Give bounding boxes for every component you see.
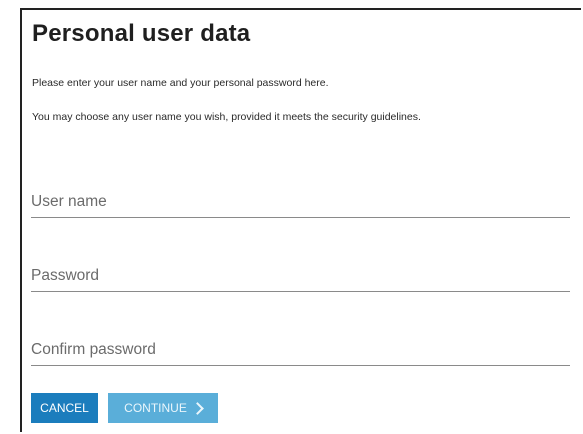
chevron-right-icon bbox=[190, 402, 204, 415]
user-name-field-container bbox=[31, 187, 570, 218]
page-title: Personal user data bbox=[32, 20, 251, 47]
password-input[interactable] bbox=[31, 261, 570, 291]
guideline-text: You may choose any user name you wish, p… bbox=[32, 111, 421, 123]
continue-button[interactable]: CONTINUE bbox=[108, 393, 218, 423]
personal-user-data-dialog: Personal user data Please enter your use… bbox=[20, 8, 581, 432]
user-name-input[interactable] bbox=[31, 187, 570, 217]
continue-button-label: CONTINUE bbox=[124, 401, 187, 415]
password-field-container bbox=[31, 261, 570, 292]
cancel-button-label: CANCEL bbox=[40, 401, 89, 415]
confirm-password-field-container bbox=[31, 335, 570, 366]
instruction-text: Please enter your user name and your per… bbox=[32, 77, 329, 89]
confirm-password-input[interactable] bbox=[31, 335, 570, 365]
cancel-button[interactable]: CANCEL bbox=[31, 393, 98, 423]
